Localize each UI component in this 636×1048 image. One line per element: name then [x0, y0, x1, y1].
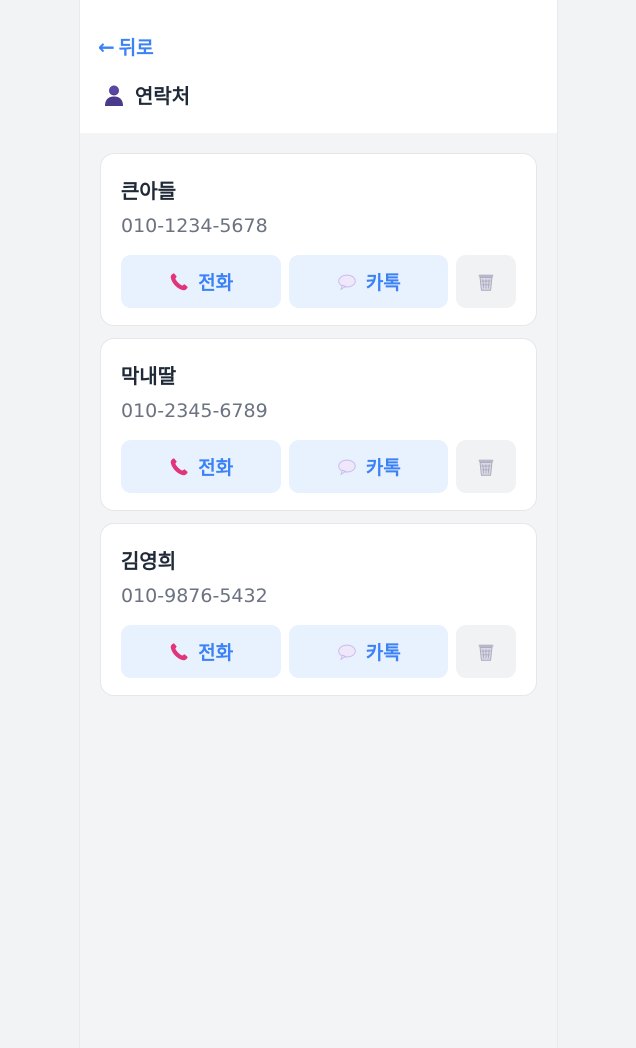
kakaotalk-button[interactable]: 카톡: [288, 255, 449, 308]
trash-icon: [478, 459, 494, 476]
speech-bubble-icon: [338, 459, 356, 475]
page-title: 연락처: [102, 80, 190, 109]
kakaotalk-label: 카톡: [365, 458, 401, 479]
delete-button[interactable]: [456, 440, 516, 493]
phone-icon: [171, 272, 189, 290]
call-label: 전화: [198, 273, 234, 294]
call-label: 전화: [198, 458, 234, 479]
header: ← 뒤로 연락처: [80, 0, 557, 133]
contact-actions: 전화 카톡: [121, 625, 516, 678]
page-title-text: 연락처: [135, 84, 191, 108]
call-label: 전화: [198, 643, 234, 664]
kakaotalk-label: 카톡: [365, 643, 401, 664]
contact-phone: 010-1234-5678: [121, 215, 268, 237]
delete-button[interactable]: [456, 255, 516, 308]
call-button[interactable]: 전화: [121, 625, 281, 678]
phone-icon: [171, 642, 189, 660]
app-container: ← 뒤로 연락처 큰아들 010-1234-5678 전화 카톡 막내딸 010…: [79, 0, 558, 1048]
back-label: 뒤로: [118, 37, 154, 59]
person-icon: [105, 85, 123, 106]
trash-icon: [478, 644, 494, 661]
back-arrow-icon: ←: [98, 34, 115, 59]
contact-actions: 전화 카톡: [121, 255, 516, 308]
speech-bubble-icon: [338, 274, 356, 290]
contact-name: 막내딸: [121, 364, 177, 388]
delete-button[interactable]: [456, 625, 516, 678]
contact-card: 막내딸 010-2345-6789 전화 카톡: [100, 338, 537, 511]
call-button[interactable]: 전화: [121, 255, 281, 308]
call-button[interactable]: 전화: [121, 440, 281, 493]
contact-card: 김영희 010-9876-5432 전화 카톡: [100, 523, 537, 696]
contact-card: 큰아들 010-1234-5678 전화 카톡: [100, 153, 537, 326]
contact-actions: 전화 카톡: [121, 440, 516, 493]
contact-name: 김영희: [121, 549, 177, 573]
trash-icon: [478, 274, 494, 291]
contact-phone: 010-2345-6789: [121, 400, 268, 422]
kakaotalk-label: 카톡: [365, 273, 401, 294]
phone-icon: [171, 457, 189, 475]
kakaotalk-button[interactable]: 카톡: [288, 625, 449, 678]
contact-phone: 010-9876-5432: [121, 585, 268, 607]
back-button[interactable]: ← 뒤로: [98, 33, 154, 60]
contact-list: 큰아들 010-1234-5678 전화 카톡 막내딸 010-2345-678…: [80, 133, 557, 696]
contact-name: 큰아들: [121, 179, 177, 203]
kakaotalk-button[interactable]: 카톡: [288, 440, 449, 493]
speech-bubble-icon: [338, 644, 356, 660]
